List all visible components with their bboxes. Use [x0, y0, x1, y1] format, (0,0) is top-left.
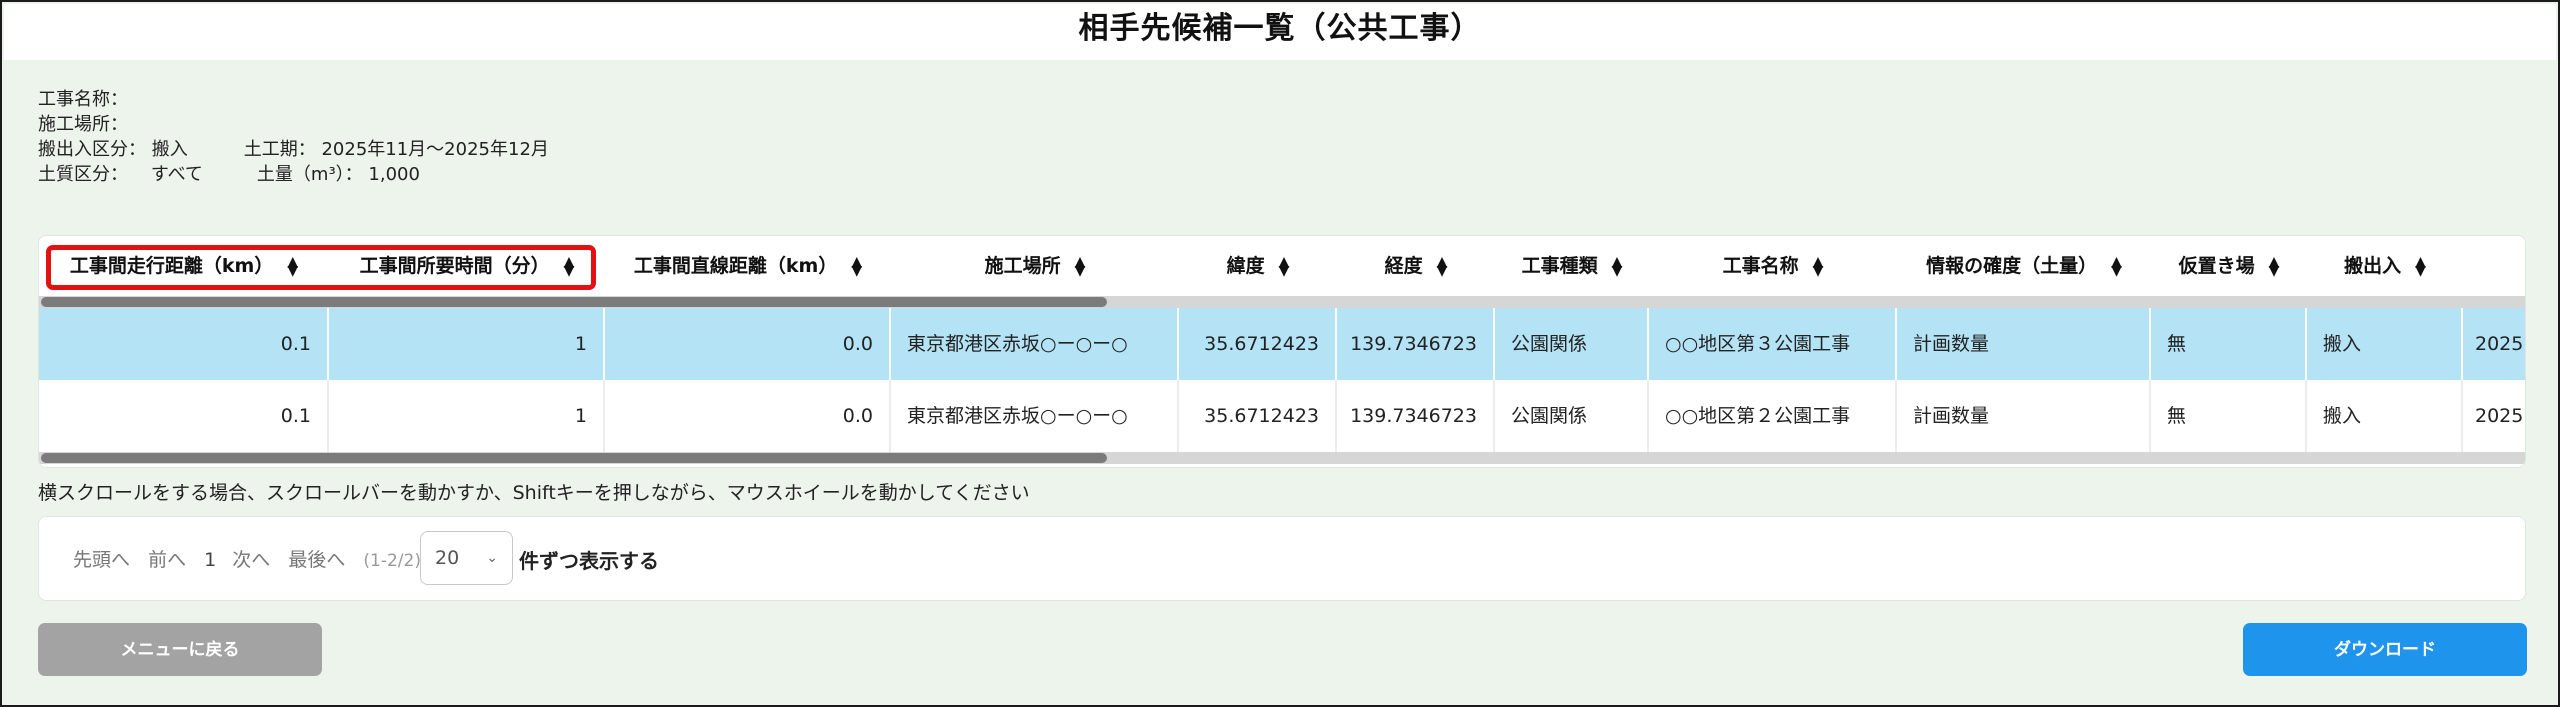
koji-name-label: 工事名称：	[38, 89, 128, 110]
column-header-work-type[interactable]: 工事種類 ▲ ▼	[1495, 236, 1649, 296]
cell-accuracy: 計画数量	[1897, 380, 2151, 452]
column-header-accuracy[interactable]: 情報の確度（土量） ▲ ▼	[1897, 236, 2151, 296]
cell-in-out: 搬入	[2307, 380, 2463, 452]
horizontal-scrollbar-bottom[interactable]	[39, 452, 2525, 464]
doryou-value: 1,000	[368, 164, 420, 185]
sort-icon[interactable]: ▲ ▼	[2111, 255, 2122, 278]
scrollbar-thumb[interactable]	[41, 453, 1107, 463]
cell-in-out: 搬入	[2307, 308, 2463, 380]
sort-icon[interactable]: ▲ ▼	[1437, 255, 1448, 278]
column-header-temporary-storage[interactable]: 仮置き場 ▲ ▼	[2151, 236, 2307, 296]
sort-icon[interactable]: ▲ ▼	[851, 255, 862, 278]
chevron-down-icon: ⌄	[486, 550, 498, 566]
pagination-links: 先頭へ 前へ 1 次へ 最後へ (1-2/2)	[73, 545, 421, 572]
app-frame: 相手先候補一覧（公共工事） 工事名称： 施工場所： 搬出入区分： 搬入 土工期： …	[0, 0, 2560, 707]
page-size-value: 20	[435, 547, 460, 569]
column-header-label: 仮置き場	[2178, 255, 2255, 277]
kouki-label: 土工期：	[243, 139, 316, 160]
next-page-link[interactable]: 次へ	[232, 549, 270, 571]
search-conditions: 工事名称： 施工場所： 搬出入区分： 搬入 土工期： 2025年11月～2025年…	[38, 87, 549, 187]
cell-travel-time: 1	[329, 380, 605, 452]
cell-travel-distance: 0.1	[39, 380, 329, 452]
column-header-in-out[interactable]: 搬出入 ▲ ▼	[2307, 236, 2463, 296]
title-bar: 相手先候補一覧（公共工事）	[4, 4, 2556, 60]
column-header-label: 経度	[1384, 255, 1423, 277]
column-header-project-name[interactable]: 工事名称 ▲ ▼	[1649, 236, 1897, 296]
doryou-label: 土量（m³）：	[256, 164, 363, 185]
column-header-label: 工事種類	[1521, 255, 1598, 277]
first-page-link[interactable]: 先頭へ	[73, 549, 130, 571]
koji-name-row: 工事名称：	[38, 87, 549, 112]
hanshutsu-row: 搬出入区分： 搬入 土工期： 2025年11月～2025年12月	[38, 137, 549, 162]
table-row[interactable]: 0.1 1 0.0 東京都港区赤坂○ー○ー○ 35.6712423 139.73…	[39, 308, 2525, 380]
cell-straight-distance: 0.0	[605, 308, 891, 380]
column-header-label: 工事名称	[1722, 255, 1799, 277]
cell-longitude: 139.7346723	[1337, 380, 1495, 452]
scrollbar-thumb[interactable]	[41, 297, 1107, 307]
page-title: 相手先候補一覧（公共工事）	[1078, 11, 1482, 46]
highlight-annotation	[46, 245, 596, 290]
column-header-longitude[interactable]: 経度 ▲ ▼	[1337, 236, 1495, 296]
cell-work-type: 公園関係	[1495, 380, 1649, 452]
pagination: 先頭へ 前へ 1 次へ 最後へ (1-2/2) 20 ⌄ 件ずつ表示する	[38, 516, 2526, 601]
prev-page-link[interactable]: 前へ	[148, 549, 186, 571]
doshitsu-value: すべて	[150, 164, 203, 185]
column-header-straight-distance[interactable]: 工事間直線距離（km） ▲ ▼	[605, 236, 891, 296]
cell-travel-distance: 0.1	[39, 308, 329, 380]
cell-travel-time: 1	[329, 308, 605, 380]
cell-latitude: 35.6712423	[1179, 380, 1337, 452]
sort-icon[interactable]: ▲ ▼	[1813, 255, 1824, 278]
back-to-menu-button[interactable]: メニューに戻る	[38, 623, 322, 676]
cell-straight-distance: 0.0	[605, 380, 891, 452]
table-row[interactable]: 0.1 1 0.0 東京都港区赤坂○ー○ー○ 35.6712423 139.73…	[39, 380, 2525, 452]
cell-date: 2025	[2475, 333, 2524, 355]
page-range: (1-2/2)	[363, 551, 421, 571]
sort-icon[interactable]: ▲ ▼	[2269, 255, 2280, 278]
hanshutsu-label: 搬出入区分：	[38, 139, 146, 160]
sort-icon[interactable]: ▲ ▼	[1279, 255, 1290, 278]
hanshutsu-value: 搬入	[151, 139, 188, 160]
horizontal-scrollbar-top[interactable]	[39, 296, 2525, 308]
sort-icon[interactable]: ▲ ▼	[1075, 255, 1086, 278]
cell-temporary-storage: 無	[2151, 380, 2307, 452]
column-header-label: 施工場所	[984, 255, 1061, 277]
column-header-latitude[interactable]: 緯度 ▲ ▼	[1179, 236, 1337, 296]
column-header-label: 情報の確度（土量）	[1926, 255, 2098, 277]
scroll-hint-text: 横スクロールをする場合、スクロールバーを動かすか、Shiftキーを押しながら、マ…	[38, 482, 1030, 504]
doshitsu-label: 土質区分：	[38, 164, 128, 185]
cell-work-type: 公園関係	[1495, 308, 1649, 380]
current-page: 1	[204, 549, 217, 571]
cell-date: 2025	[2475, 405, 2524, 427]
column-header-label: 緯度	[1226, 255, 1265, 277]
cell-project-name: ○○地区第３公園工事	[1649, 308, 1897, 380]
cell-temporary-storage: 無	[2151, 308, 2307, 380]
column-header-label: 工事間直線距離（km）	[633, 255, 838, 277]
cell-latitude: 35.6712423	[1179, 308, 1337, 380]
page-size-select[interactable]: 20 ⌄	[420, 531, 513, 585]
download-button[interactable]: ダウンロード	[2243, 623, 2527, 676]
doshitsu-row: 土質区分： すべて 土量（m³）： 1,000	[38, 162, 549, 187]
kouki-value: 2025年11月～2025年12月	[321, 139, 549, 160]
column-header-label: 搬出入	[2344, 255, 2402, 277]
column-header-location[interactable]: 施工場所 ▲ ▼	[891, 236, 1179, 296]
sort-icon[interactable]: ▲ ▼	[2415, 255, 2426, 278]
sort-icon[interactable]: ▲ ▼	[1612, 255, 1623, 278]
cell-accuracy: 計画数量	[1897, 308, 2151, 380]
sekou-basho-row: 施工場所：	[38, 112, 549, 137]
last-page-link[interactable]: 最後へ	[288, 549, 345, 571]
cell-location: 東京都港区赤坂○ー○ー○	[891, 308, 1179, 380]
sekou-basho-label: 施工場所：	[38, 114, 128, 135]
cell-longitude: 139.7346723	[1337, 308, 1495, 380]
cell-location: 東京都港区赤坂○ー○ー○	[891, 380, 1179, 452]
cell-project-name: ○○地区第２公園工事	[1649, 380, 1897, 452]
per-page-label: 件ずつ表示する	[519, 549, 659, 573]
